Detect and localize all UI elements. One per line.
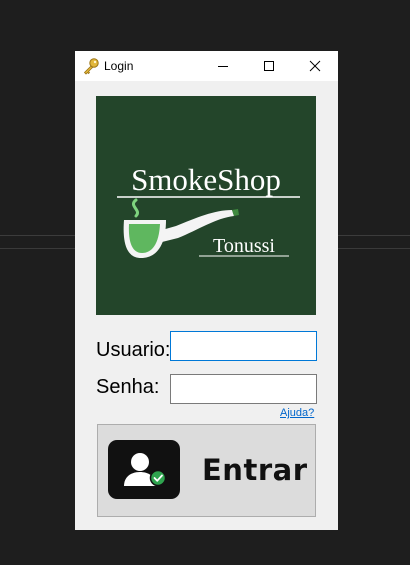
maximize-icon xyxy=(264,61,274,71)
user-check-icon xyxy=(108,440,180,499)
maximize-button[interactable] xyxy=(246,51,292,81)
login-window: Login SmokeShop Tonussi Usuario: Senha: … xyxy=(75,51,338,530)
username-label: Usuario: xyxy=(96,339,171,361)
password-input[interactable] xyxy=(170,374,317,404)
password-label: Senha: xyxy=(96,376,160,398)
close-button[interactable] xyxy=(292,51,338,81)
logo-brand-text: SmokeShop xyxy=(131,162,281,197)
login-button-label: Entrar xyxy=(202,453,308,487)
login-button[interactable]: Entrar xyxy=(97,424,316,517)
username-input[interactable] xyxy=(170,331,317,361)
minimize-icon xyxy=(218,66,228,67)
window-title: Login xyxy=(104,59,134,73)
logo-image: SmokeShop Tonussi xyxy=(96,96,316,315)
minimize-button[interactable] xyxy=(200,51,246,81)
title-bar[interactable]: Login xyxy=(75,51,338,81)
key-icon xyxy=(82,57,100,75)
help-link[interactable]: Ajuda? xyxy=(280,407,314,419)
close-icon xyxy=(309,60,321,72)
logo-subtitle-text: Tonussi xyxy=(213,235,275,257)
